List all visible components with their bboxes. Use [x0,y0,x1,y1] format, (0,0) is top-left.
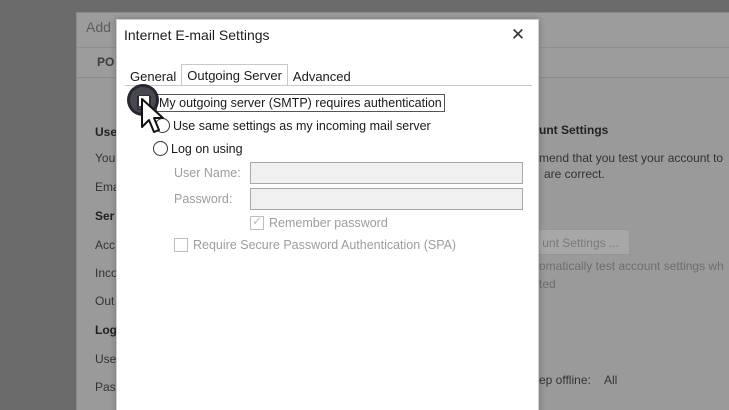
background-window-title: Add [86,19,111,35]
use-same-settings-label: Use same settings as my incoming mail se… [173,118,431,133]
spa-checkbox[interactable] [174,238,188,252]
user-name-input[interactable] [250,162,523,184]
background-right-text: omatically test account settings wh [539,259,724,273]
close-button[interactable]: ✕ [507,25,529,47]
password-label: Password: [174,192,233,206]
background-left-text: Use [95,125,118,139]
spa-row[interactable]: Require Secure Password Authentication (… [174,238,456,252]
background-left-text: Log [95,323,117,337]
background-left-text: Inco [95,266,118,280]
dialog-title: Internet E-mail Settings [124,27,270,43]
background-offline-label: ep offline: [539,373,591,387]
tab-general[interactable]: General [125,66,181,86]
background-left-text: Use [95,352,117,366]
log-on-using-radio[interactable] [153,141,168,156]
smtp-auth-label: My outgoing server (SMTP) requires authe… [156,94,445,112]
outgoing-server-panel: My outgoing server (SMTP) requires authe… [125,85,532,410]
background-left-text: Pas [95,380,116,394]
internet-email-settings-dialog: Internet E-mail Settings ✕ General Outgo… [116,19,539,410]
mouse-pointer-icon [141,98,164,133]
background-tab: PO [97,55,115,69]
user-name-label: User Name: [174,166,241,180]
spa-label: Require Secure Password Authentication (… [193,238,457,252]
background-right-text: mend that you test your account to [539,151,724,165]
background-test-account-button: unt Settings ... [532,229,630,255]
background-left-text: Acc [95,238,116,252]
remember-password-label: Remember password [269,216,388,230]
use-same-settings-row[interactable]: Use same settings as my incoming mail se… [155,118,431,133]
log-on-using-row[interactable]: Log on using [153,141,243,156]
remember-password-checkbox[interactable]: ✓ [250,214,264,230]
log-on-using-label: Log on using [171,141,243,156]
background-left-text: Out [95,294,115,308]
close-icon: ✕ [510,25,526,44]
tab-strip: General Outgoing Server Advanced [125,64,356,86]
background-right-heading: unt Settings [539,123,609,137]
background-offline-value: All [604,373,618,387]
tab-advanced[interactable]: Advanced [288,66,356,86]
background-right-text: ted [539,277,556,291]
password-input[interactable] [250,188,523,210]
background-left-text: Ser [95,209,115,223]
background-left-text: You [95,151,116,165]
checkmark-icon: ✓ [252,214,263,228]
remember-password-row[interactable]: ✓ Remember password [250,214,388,230]
smtp-auth-row[interactable]: My outgoing server (SMTP) requires authe… [137,94,445,112]
background-right-text: are correct. [544,167,605,181]
tab-outgoing-server[interactable]: Outgoing Server [181,64,288,86]
